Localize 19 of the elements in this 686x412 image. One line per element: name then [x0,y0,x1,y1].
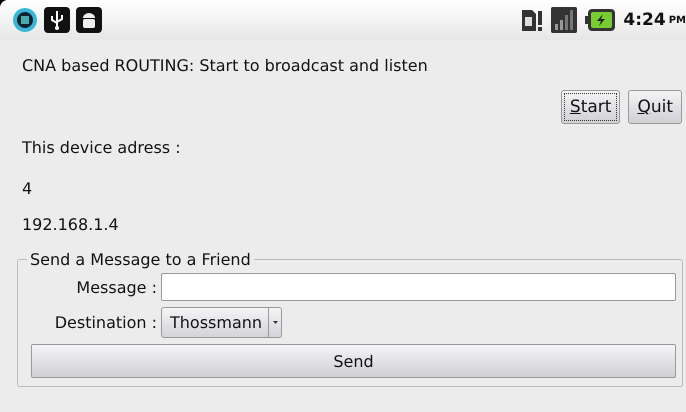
action-button[interactable]: Quit [628,90,682,124]
message-field[interactable] [161,273,676,301]
destination-label: Destination : [54,313,157,332]
send-button[interactable]: Send [31,344,676,378]
device-id: 4 [22,178,34,200]
action-button[interactable]: Start [560,90,620,124]
caret-icon [272,321,278,324]
message-label: Message : [75,278,157,296]
destination-dropdown[interactable]: Thossmann [161,307,282,338]
group-title: Send a Message to a Friend [29,250,252,269]
sim-alert-icon [521,8,544,32]
clock-time: 4:24 [623,10,666,30]
usb-icon [44,7,70,33]
device-address-label: This device adress : [22,136,182,158]
app-title: CNA based ROUTING: Start to broadcast and listen [22,54,429,76]
battery-icon [585,9,616,31]
device-ip: 192.168.1.4 [22,214,120,236]
clock-meridiem: PM [668,14,686,26]
signal-icon [551,7,578,33]
